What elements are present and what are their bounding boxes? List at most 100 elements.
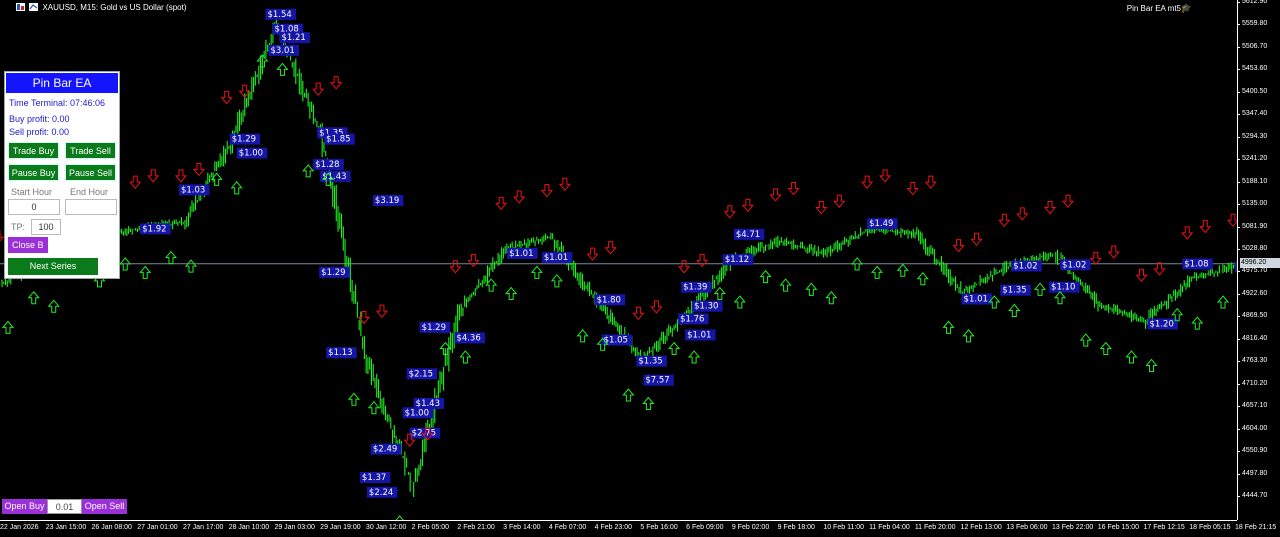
sell-arrow-icon — [1107, 245, 1120, 259]
start-hour-label: Start Hour — [11, 187, 53, 197]
price-series — [1, 18, 1236, 498]
price-tick: 4975.70 — [1236, 267, 1268, 275]
price-tick: 5241.20 — [1236, 155, 1268, 163]
time-tick: 5 Feb 16:00 — [640, 524, 678, 531]
sell-arrow-icon — [998, 213, 1011, 228]
profit-label: $1.37 — [362, 473, 386, 483]
sell-arrow-icon — [174, 169, 188, 183]
sell-arrow-icon — [787, 182, 800, 196]
profit-label: $1.49 — [869, 219, 893, 229]
price-tick: 4657.10 — [1236, 402, 1268, 410]
sell-arrow-icon — [129, 175, 142, 189]
buy-arrow-icon — [1145, 358, 1158, 372]
sell-arrow-icon — [1153, 262, 1166, 276]
profit-label: $2.24 — [369, 488, 393, 498]
price-tick: 4550.90 — [1236, 447, 1268, 455]
signal-arrows — [0, 54, 1237, 520]
time-tick: 30 Jan 12:00 — [365, 524, 407, 531]
next-series-button[interactable]: Next Series — [8, 258, 98, 275]
buy-arrow-icon — [1, 320, 15, 334]
sell-arrow-icon — [906, 182, 919, 196]
buy-arrow-icon — [276, 62, 289, 76]
trade-sell-button[interactable]: Trade Sell — [65, 142, 116, 159]
pause-buy-button[interactable]: Pause Buy — [8, 164, 59, 181]
time-tick: 16 Feb 15:00 — [1097, 524, 1140, 531]
buy-arrow-icon — [713, 286, 726, 301]
price-tick: 5400.50 — [1236, 87, 1268, 95]
buy-arrow-icon — [896, 263, 909, 277]
profit-label: $1.02 — [1013, 262, 1037, 272]
buy-arrow-icon — [164, 250, 178, 265]
sell-arrow-icon — [558, 177, 571, 192]
sell-arrow-icon — [924, 175, 937, 189]
profit-label: $7.57 — [645, 376, 669, 386]
time-tick: 10 Feb 11:00 — [823, 524, 865, 531]
profit-label: $1.03 — [181, 185, 205, 195]
pause-sell-button[interactable]: Pause Sell — [65, 164, 116, 181]
price-chart[interactable]: $1.54 $1.08 $1.21 $3.01 $1.29 $1.00 $1.35 $1.85… — [0, 0, 1237, 520]
price-tick: 4922.60 — [1236, 289, 1268, 297]
time-tick: 18 Feb 05:15 — [1189, 524, 1231, 531]
chart-canvas[interactable]: $1.54 $1.08 $1.21 $3.01 $1.29 $1.00 $1.35 $1.85… — [0, 0, 1237, 520]
price-tick: 5453.60 — [1236, 65, 1268, 73]
open-sell-button[interactable]: Open Sell — [82, 499, 127, 514]
buy-arrow-icon — [668, 341, 681, 356]
sell-arrow-icon — [192, 162, 206, 177]
profit-label: $4.71 — [736, 230, 760, 240]
time-tick: 29 Jan 19:00 — [320, 524, 361, 531]
end-hour-input[interactable] — [65, 199, 117, 215]
profit-label: $1.01 — [964, 295, 988, 305]
sell-arrow-icon — [650, 300, 663, 314]
buy-arrow-icon — [47, 299, 60, 313]
buy-arrow-icon — [805, 282, 818, 296]
profit-label: $1.13 — [328, 348, 352, 358]
profit-label: $1.29 — [321, 268, 345, 278]
sell-arrow-icon — [467, 253, 480, 268]
start-hour-input[interactable]: 0 — [8, 199, 60, 215]
price-tick: 4710.20 — [1236, 379, 1268, 387]
profit-label: $1.80 — [597, 295, 621, 305]
profit-label: $1.28 — [315, 160, 339, 170]
buy-arrow-icon — [530, 265, 543, 279]
profit-label: $2.15 — [409, 369, 433, 379]
buy-arrow-icon — [642, 396, 655, 410]
price-tick: 5135.00 — [1236, 200, 1268, 208]
buy-arrow-icon — [1033, 282, 1047, 296]
sell-arrow-icon — [330, 76, 343, 90]
time-tick: 9 Feb 18:00 — [777, 524, 815, 531]
price-axis[interactable]: 4996.20 5612.90 5559.80 5506.70 5453.60 5400… — [1236, 0, 1280, 520]
profit-label: $3.01 — [270, 46, 294, 56]
time-axis[interactable]: 22 Jan 2026 23 Jan 15:00 26 Jan 08:00 27 Ja… — [0, 520, 1276, 537]
buy-arrow-icon — [347, 392, 360, 406]
price-tick: 4497.80 — [1236, 469, 1268, 477]
open-buy-button[interactable]: Open Buy — [2, 499, 47, 514]
price-tick: 5612.90 — [1236, 0, 1268, 5]
price-tick: 5081.90 — [1236, 222, 1268, 230]
tp-label: TP: — [11, 222, 26, 232]
sell-arrow-icon — [952, 239, 965, 253]
time-tick: 3 Feb 14:00 — [503, 524, 541, 531]
graduation-hat-icon[interactable]: 🎓 — [1181, 3, 1192, 14]
tp-input[interactable]: 100 — [31, 219, 61, 235]
panel-title[interactable]: Pin Bar EA — [5, 72, 119, 94]
time-tick: 17 Feb 12:15 — [1143, 524, 1185, 531]
time-tick: 6 Feb 09:00 — [686, 524, 724, 531]
sell-profit: Sell profit: 0.00 — [9, 127, 70, 137]
trade-buy-button[interactable]: Trade Buy — [8, 142, 59, 159]
buy-arrow-icon — [184, 259, 198, 273]
buy-arrow-icon — [779, 278, 792, 292]
time-tick: 2 Feb 05:00 — [411, 524, 450, 531]
price-tick: 5028.80 — [1236, 245, 1268, 252]
buy-arrow-icon — [550, 274, 563, 288]
chart-title-bar: XAUUSD, M15: Gold vs US Dollar (spot) — [16, 3, 187, 12]
buy-arrow-icon — [27, 290, 40, 305]
price-tick: 5294.30 — [1236, 132, 1268, 140]
time-tick: 13 Feb 06:00 — [1006, 524, 1048, 531]
buy-arrow-icon — [1125, 350, 1138, 364]
close-button[interactable]: Close B — [8, 237, 48, 253]
buy-arrow-icon — [871, 265, 884, 279]
lot-size-input[interactable]: 0.01 — [47, 499, 82, 514]
profit-label: $1.39 — [683, 283, 707, 293]
price-tick: 5188.10 — [1236, 177, 1268, 185]
sell-arrow-icon — [1016, 207, 1029, 221]
